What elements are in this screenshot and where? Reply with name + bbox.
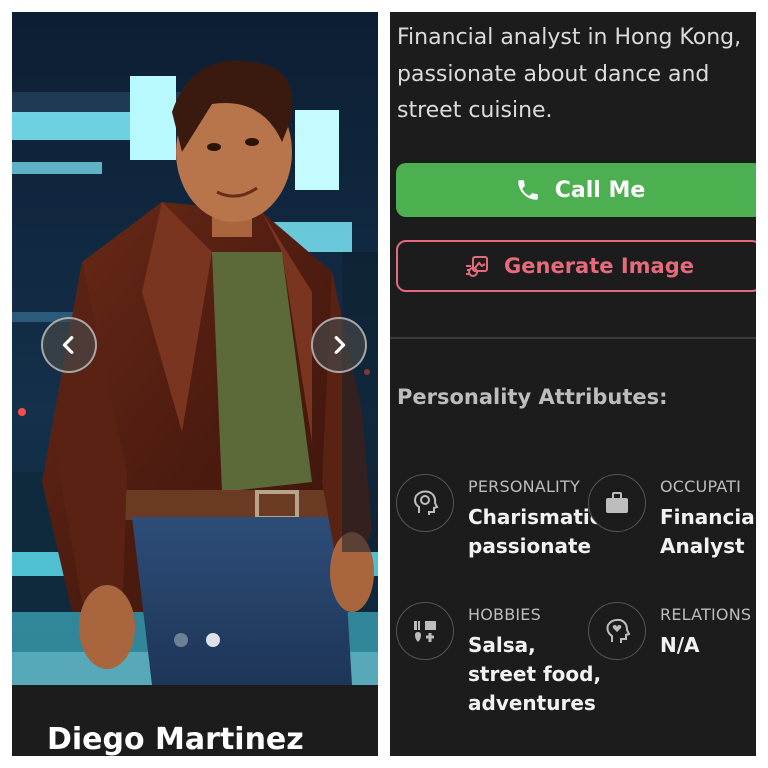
attributes-title: Personality Attributes:	[397, 385, 668, 409]
attr-value-hobbies-line3: adventures	[468, 691, 596, 715]
image-carousel[interactable]	[12, 12, 378, 685]
heart-head-icon	[588, 602, 646, 660]
panel-gutter	[378, 0, 390, 768]
chevron-right-icon	[334, 336, 346, 354]
attr-value-personality-line2: passionate	[468, 534, 592, 558]
attr-label-hobbies: HOBBIES	[468, 605, 541, 624]
chevron-left-icon	[62, 336, 74, 354]
attr-value-hobbies-line2: street food,	[468, 662, 602, 686]
generate-image-label: Generate Image	[504, 254, 694, 278]
phone-icon	[517, 180, 538, 200]
profile-bio: Financial analyst in Hong Kong, passiona…	[397, 25, 742, 123]
generate-image-button[interactable]: Generate Image	[396, 240, 756, 292]
carousel-next-button[interactable]	[311, 317, 367, 373]
character-panel: Diego Martinez	[12, 12, 378, 756]
carousel-dot[interactable]	[174, 633, 188, 647]
brain-gear-icon	[396, 474, 454, 532]
briefcase-icon	[588, 474, 646, 532]
attr-label-occupation: OCCUPATI	[660, 477, 742, 496]
attr-value-occupation-line1: Financia	[660, 505, 755, 529]
carousel-prev-button[interactable]	[41, 317, 97, 373]
attr-value-occupation-line2: Analyst	[660, 534, 745, 558]
attr-value-relationship: N/A	[660, 633, 700, 657]
name-section: Diego Martinez	[12, 685, 378, 756]
attr-value-hobbies-line1: Salsa,	[468, 633, 536, 657]
call-me-label: Call Me	[554, 177, 646, 203]
attr-label-relationship: RELATIONS	[660, 605, 752, 624]
image-sparkle-icon	[466, 256, 489, 277]
carousel-indicators	[174, 633, 220, 647]
details-panel: Financial analyst in Hong Kong, passiona…	[390, 12, 756, 756]
call-me-button[interactable]: Call Me	[396, 163, 756, 217]
profile-name: Diego Martinez	[47, 722, 304, 757]
carousel-dot-active[interactable]	[206, 633, 220, 647]
hobbies-icon	[396, 602, 454, 660]
section-divider	[390, 337, 756, 339]
attr-label-personality: PERSONALITY	[468, 477, 580, 496]
